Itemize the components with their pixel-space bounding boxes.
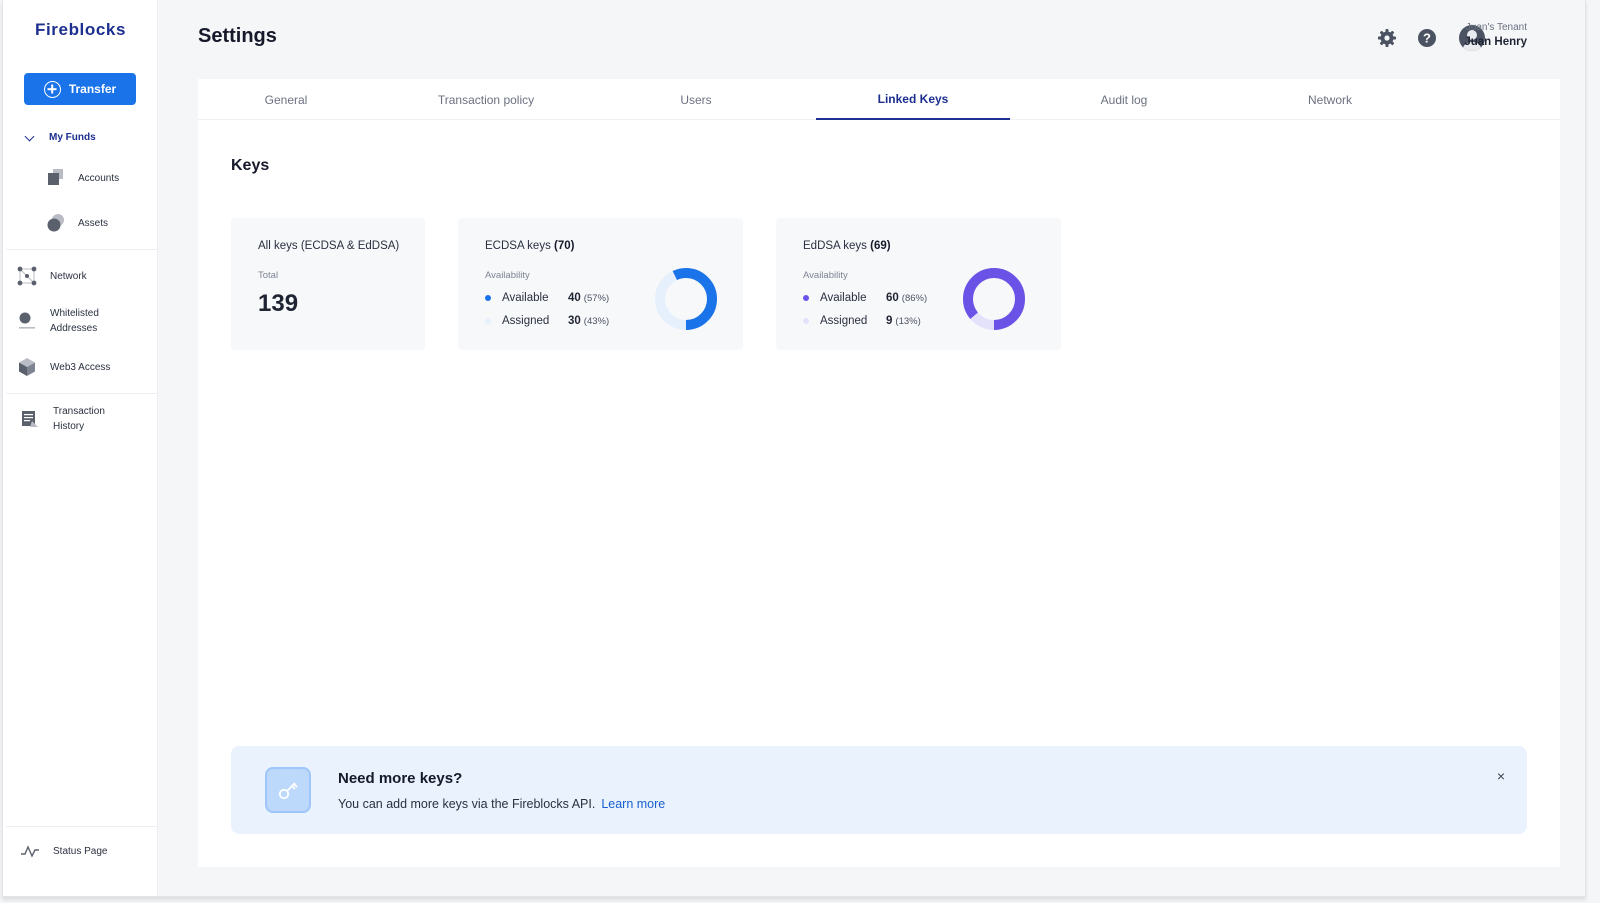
tab-linked-keys[interactable]: Linked Keys xyxy=(816,79,1010,120)
tab-transaction-policy[interactable]: Transaction policy xyxy=(396,79,576,120)
tenant-name: Juan's Tenant xyxy=(1465,22,1527,33)
ecdsa-keys-card: ECDSA keys (70) Availability Available 4… xyxy=(458,218,743,350)
sidebar-item-web3-access[interactable]: Web3 Access xyxy=(17,357,110,377)
legend-dot xyxy=(803,295,809,301)
user-name: Juan Henry xyxy=(1464,36,1527,48)
my-funds-toggle[interactable]: My Funds xyxy=(22,130,96,145)
legend-dot xyxy=(803,318,809,324)
card-title: EdDSA keys (69) xyxy=(803,240,891,252)
transfer-label: Transfer xyxy=(68,82,117,96)
sidebar-item-network[interactable]: Network xyxy=(17,266,87,286)
sidebar-item-status-page[interactable]: Status Page xyxy=(20,843,107,859)
legend-available: Available 60 (86%) xyxy=(803,292,927,304)
sidebar-item-label: Network xyxy=(50,270,87,282)
ecdsa-donut-chart xyxy=(655,268,717,330)
history-icon xyxy=(20,409,40,429)
all-keys-card: All keys (ECDSA & EdDSA) Total 139 xyxy=(231,218,425,350)
section-title: Keys xyxy=(231,157,270,174)
legend-dot xyxy=(485,318,491,324)
legend-assigned: Assigned 30 (43%) xyxy=(485,315,609,327)
whitelist-icon xyxy=(17,311,37,331)
availability-label: Availability xyxy=(485,270,530,281)
sidebar: Fireblocks Transfer My Funds Accounts As… xyxy=(3,0,158,896)
banner-text: You can add more keys via the Fireblocks… xyxy=(338,797,666,811)
svg-text:?: ? xyxy=(1423,31,1431,46)
settings-tabs: General Transaction policy Users Linked … xyxy=(198,79,1560,120)
availability-label: Availability xyxy=(803,270,848,281)
sidebar-item-assets[interactable]: Assets xyxy=(46,213,108,233)
sidebar-item-label: Status Page xyxy=(53,845,108,857)
plus-icon xyxy=(43,80,61,98)
sidebar-divider xyxy=(6,393,158,394)
page-title: Settings xyxy=(198,25,277,47)
accounts-icon xyxy=(46,168,66,188)
cube-icon xyxy=(17,357,37,377)
sidebar-item-transaction-history[interactable]: Transaction History xyxy=(20,404,105,434)
eddsa-keys-card: EdDSA keys (69) Availability Available 6… xyxy=(776,218,1061,350)
my-funds-label: My Funds xyxy=(49,132,96,143)
sidebar-item-whitelisted-addresses[interactable]: Whitelisted Addresses xyxy=(17,306,99,336)
close-icon[interactable]: × xyxy=(1497,768,1505,784)
banner-title: Need more keys? xyxy=(338,770,463,787)
total-label: Total xyxy=(258,270,279,281)
chevron-down-icon xyxy=(24,131,35,141)
legend-dot xyxy=(485,295,491,301)
legend-assigned: Assigned 9 (13%) xyxy=(803,315,921,327)
tab-audit-log[interactable]: Audit log xyxy=(1034,79,1214,120)
linked-keys-panel: Keys All keys (ECDSA & EdDSA) Total 139 … xyxy=(198,120,1560,867)
sidebar-divider xyxy=(6,249,158,250)
network-icon xyxy=(17,266,37,286)
card-title: ECDSA keys (70) xyxy=(485,240,575,252)
activity-icon xyxy=(20,843,40,859)
tab-general[interactable]: General xyxy=(198,79,374,120)
sidebar-divider xyxy=(6,826,158,827)
fireblocks-logo[interactable]: Fireblocks xyxy=(35,20,126,40)
sidebar-item-accounts[interactable]: Accounts xyxy=(46,168,119,188)
eddsa-donut-chart xyxy=(963,268,1025,330)
sidebar-item-label: Assets xyxy=(78,217,109,229)
sidebar-item-label: Transaction History xyxy=(53,406,105,432)
transfer-button[interactable]: Transfer xyxy=(24,73,136,105)
learn-more-link[interactable]: Learn more xyxy=(601,797,665,811)
total-value: 139 xyxy=(258,290,299,317)
gear-icon[interactable] xyxy=(1377,28,1397,48)
sidebar-item-label: Web3 Access xyxy=(50,361,111,373)
legend-available: Available 40 (57%) xyxy=(485,292,609,304)
sidebar-item-label: Accounts xyxy=(78,172,120,184)
help-icon[interactable]: ? xyxy=(1417,28,1437,48)
need-more-keys-banner: Need more keys? You can add more keys vi… xyxy=(231,746,1527,834)
user-menu[interactable]: Juan's Tenant Juan Henry xyxy=(1464,22,1527,48)
tab-users[interactable]: Users xyxy=(606,79,786,120)
assets-icon xyxy=(46,213,66,233)
card-title: All keys (ECDSA & EdDSA) xyxy=(258,240,400,252)
sidebar-item-label: Whitelisted Addresses xyxy=(50,308,99,334)
tab-network[interactable]: Network xyxy=(1240,79,1420,120)
key-icon xyxy=(265,767,311,813)
